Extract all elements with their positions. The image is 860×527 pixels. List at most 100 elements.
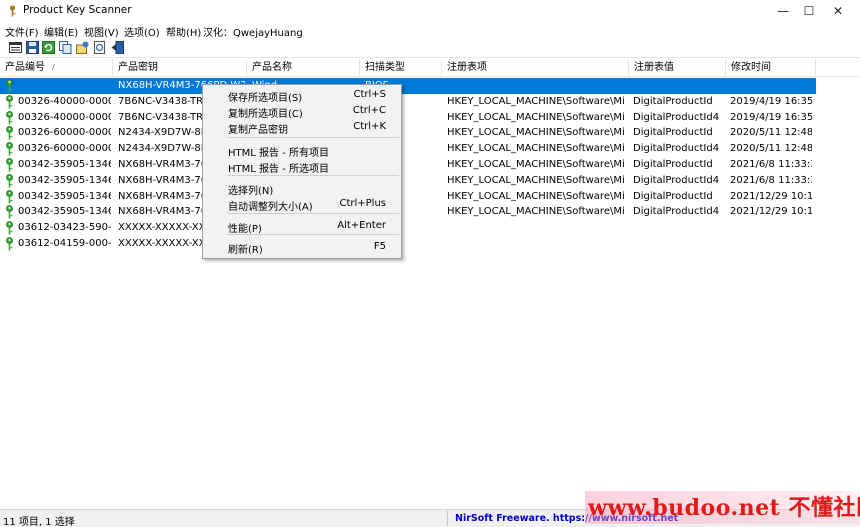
cell-product-id: 00342-35905-13464...: [18, 159, 111, 170]
column-header: 产品编号 / 产品密钥 产品名称 扫描类型 注册表项 注册表值 修改时间: [0, 59, 860, 77]
table-row[interactable]: 00326-40000-000000...7B6NC-V3438-TRQ...H…: [0, 110, 816, 126]
table-row[interactable]: 03612-03423-590-5...XXXXX-XXXXX-XXX...: [0, 220, 816, 236]
key-icon: [6, 94, 13, 109]
cell-product-id: 00326-60000-000000...: [18, 143, 111, 155]
menu-file[interactable]: 文件(F): [5, 24, 39, 39]
ctx-separator: [227, 234, 399, 235]
col-header-registry-value[interactable]: 注册表值: [629, 59, 726, 77]
key-icon: [6, 205, 13, 219]
cell-product-id: 00326-40000-000000...: [18, 111, 111, 123]
table-row[interactable]: 00342-35905-13464...NX68H-VR4M3-766...HK…: [0, 189, 816, 205]
cell-modified-time: [730, 220, 812, 236]
table-row[interactable]: 00342-35905-13464...NX68H-VR4M3-766...HK…: [0, 173, 816, 189]
table-row[interactable]: 00326-60000-000000...N2434-X9D7W-8PF...H…: [0, 125, 816, 141]
exit-icon[interactable]: [111, 41, 124, 54]
key-icon: [6, 79, 13, 93]
ctx-item-save-selected[interactable]: 保存所选项目(S) Ctrl+S: [204, 87, 400, 104]
ctx-item-html-report-all[interactable]: HTML 报告 - 所有项目: [204, 142, 400, 159]
col-header-product-id[interactable]: 产品编号 /: [0, 59, 113, 77]
cell-modified-time: [730, 236, 812, 252]
context-menu: 保存所选项目(S) Ctrl+S 复制所选项目(C) Ctrl+C 复制产品密钥 Ctrl…: [202, 84, 402, 259]
key-icon: [6, 126, 13, 140]
ctx-item-label: 自动调整列大小(A): [228, 202, 313, 213]
status-item-count: 11 项目, 1 选择: [3, 517, 75, 527]
ctx-item-shortcut: Alt+Enter: [337, 220, 386, 231]
col-header-registry-key[interactable]: 注册表项: [442, 59, 629, 77]
cell-modified-time: 2021/6/8 11:33:31: [730, 174, 812, 186]
table-row[interactable]: 00342-35905-13464...NX68H-VR4M3-766...HK…: [0, 157, 816, 173]
ctx-item-copy-selected[interactable]: 复制所选项目(C) Ctrl+C: [204, 103, 400, 120]
save-icon[interactable]: [26, 41, 39, 54]
cell-product-id: 00342-35905-13464...: [18, 206, 111, 218]
copy-icon[interactable]: [59, 41, 72, 54]
watermark-text: www.budoo.net 不懂社区: [588, 495, 860, 521]
ctx-item-properties[interactable]: 性能(P) Alt+Enter: [204, 218, 400, 235]
col-header-modified-time[interactable]: 修改时间: [726, 59, 816, 77]
ctx-item-shortcut: Ctrl+S: [353, 89, 386, 100]
cell-registry-value: [633, 220, 725, 236]
menu-view[interactable]: 视图(V): [84, 24, 119, 39]
refresh-icon[interactable]: [42, 41, 55, 54]
cell-modified-time: 2019/4/19 16:35:...: [730, 111, 812, 123]
key-icon: [6, 142, 13, 156]
cell-registry-key: [447, 78, 625, 94]
close-button[interactable]: ✕: [815, 0, 860, 22]
cell-modified-time: 2021/12/29 10:1...: [730, 190, 812, 202]
ctx-item-label: HTML 报告 - 所有项目: [228, 148, 329, 159]
cell-registry-value: DigitalProductId4: [633, 143, 720, 155]
toolbar: [0, 39, 860, 58]
table-row[interactable]: 00342-35905-13464...NX68H-VR4M3-766...HK…: [0, 204, 816, 220]
cell-registry-value: DigitalProductId: [633, 95, 713, 107]
ctx-item-label: 复制产品密钥: [228, 125, 288, 136]
cell-modified-time: [730, 78, 812, 94]
ctx-item-shortcut: Ctrl+K: [353, 121, 386, 132]
cell-registry-value: DigitalProductId: [633, 159, 713, 170]
ctx-separator: [227, 175, 399, 176]
app-key-icon: [9, 5, 16, 17]
cell-registry-key: HKEY_LOCAL_MACHINE\Software\Micr...: [447, 190, 625, 202]
properties-icon[interactable]: [9, 41, 22, 54]
col-header-product-name[interactable]: 产品名称: [247, 59, 360, 77]
cell-registry-key: HKEY_LOCAL_MACHINE\Software\Micr...: [447, 111, 625, 123]
cell-product-id: 00342-35905-13464...: [18, 174, 111, 186]
ctx-item-label: 复制所选项目(C): [228, 109, 303, 120]
key-icon: [6, 237, 13, 251]
ctx-item-html-report-selected[interactable]: HTML 报告 - 所选项目: [204, 158, 400, 175]
menu-bar: 文件(F) 编辑(E) 视图(V) 选项(O) 帮助(H) 汉化：QwejayH…: [0, 22, 860, 39]
about-icon[interactable]: [76, 41, 89, 54]
sort-indicator-icon: /: [52, 63, 55, 72]
ctx-item-label: HTML 报告 - 所选项目: [228, 164, 329, 175]
menu-edit[interactable]: 编辑(E): [44, 24, 78, 39]
col-header-product-key[interactable]: 产品密钥: [113, 59, 247, 77]
cell-modified-time: 2021/6/8 11:33:31: [730, 159, 812, 170]
table-row[interactable]: NX68H-VR4M3-766PD-W2...Wind...BIOS: [0, 78, 816, 94]
table-row[interactable]: 03612-04159-000-0...XXXXX-XXXXX-XXX...: [0, 236, 816, 252]
cell-registry-value: DigitalProductId4: [633, 174, 720, 186]
window-title: Product Key Scanner: [23, 4, 132, 16]
menu-help[interactable]: 帮助(H): [166, 24, 201, 39]
ctx-item-shortcut: Ctrl+C: [352, 105, 386, 116]
ctx-item-shortcut: Ctrl+Plus: [339, 198, 386, 209]
product-key-list[interactable]: NX68H-VR4M3-766PD-W2...Wind...BIOS00326-…: [0, 78, 860, 509]
ctx-item-choose-columns[interactable]: 选择列(N): [204, 180, 400, 197]
cell-product-id: 00342-35905-13464...: [18, 190, 111, 202]
ctx-separator: [227, 213, 399, 214]
cell-modified-time: 2021/12/29 10:1...: [730, 206, 812, 218]
html-report-icon[interactable]: [93, 41, 106, 54]
col-header-scan-type[interactable]: 扫描类型: [360, 59, 442, 77]
cell-product-id: 03612-04159-000-0...: [18, 238, 111, 249]
ctx-separator: [227, 137, 399, 138]
cell-registry-key: [447, 220, 625, 236]
cell-registry-key: [447, 236, 625, 252]
menu-options[interactable]: 选项(O): [124, 24, 160, 39]
table-row[interactable]: 00326-40000-000000...7B6NC-V3438-TRQ...H…: [0, 94, 816, 110]
key-icon: [6, 110, 13, 125]
ctx-item-refresh[interactable]: 刷新(R) F5: [204, 239, 400, 256]
ctx-item-label: 选择列(N): [228, 186, 274, 197]
table-row[interactable]: 00326-60000-000000...N2434-X9D7W-8PF...H…: [0, 141, 816, 157]
cell-registry-value: DigitalProductId4: [633, 111, 720, 123]
cell-registry-key: HKEY_LOCAL_MACHINE\Software\Micr...: [447, 159, 625, 170]
ctx-item-auto-size-columns[interactable]: 自动调整列大小(A) Ctrl+Plus: [204, 196, 400, 213]
ctx-item-copy-product-key[interactable]: 复制产品密钥 Ctrl+K: [204, 119, 400, 136]
cell-registry-key: HKEY_LOCAL_MACHINE\Software\Micr...: [447, 174, 625, 186]
